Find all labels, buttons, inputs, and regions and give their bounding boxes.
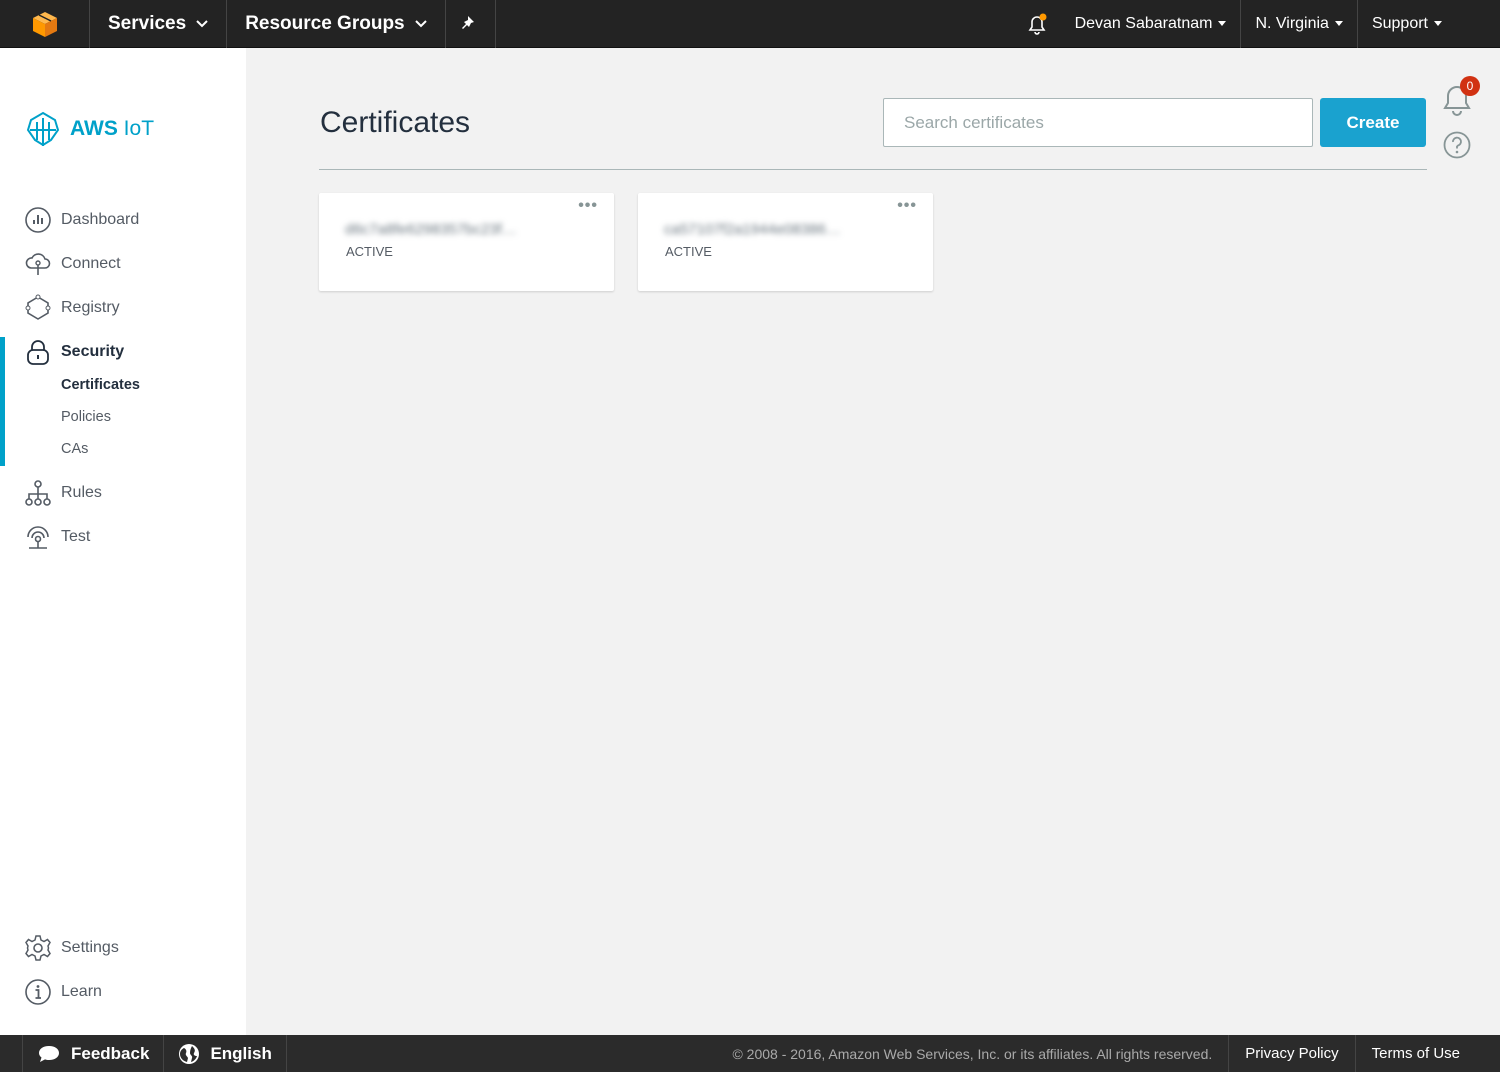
resource-groups-label: Resource Groups bbox=[245, 12, 405, 34]
certificate-card[interactable]: ••• d6c7a8fe6298357bc23f… ACTIVE bbox=[319, 193, 614, 291]
create-button[interactable]: Create bbox=[1320, 98, 1426, 147]
alerts-bell-icon[interactable] bbox=[1001, 0, 1061, 48]
sidebar-subitem-cas[interactable]: CAs bbox=[61, 441, 88, 457]
header-divider bbox=[319, 169, 1427, 170]
sidebar-subitem-certificates[interactable]: Certificates bbox=[61, 377, 140, 393]
connect-icon bbox=[24, 250, 52, 278]
globe-icon bbox=[178, 1043, 200, 1065]
pin-icon[interactable] bbox=[446, 0, 496, 48]
test-icon bbox=[24, 523, 52, 551]
certificate-status: ACTIVE bbox=[346, 244, 393, 259]
language-selector[interactable]: English bbox=[164, 1035, 287, 1072]
feedback-label: Feedback bbox=[71, 1043, 150, 1063]
sidebar-item-label: Settings bbox=[61, 939, 119, 956]
sidebar-item-registry[interactable]: Registry bbox=[24, 294, 120, 322]
privacy-policy-link[interactable]: Privacy Policy bbox=[1228, 1035, 1354, 1072]
copyright-text: © 2008 - 2016, Amazon Web Services, Inc.… bbox=[732, 1045, 1213, 1062]
sidebar-item-rules[interactable]: Rules bbox=[24, 479, 102, 507]
certificate-card[interactable]: ••• ca57107f2a1944e08386… ACTIVE bbox=[638, 193, 933, 291]
help-icon[interactable] bbox=[1443, 131, 1471, 159]
sidebar-item-label: Test bbox=[61, 528, 91, 545]
sidebar-item-label: Learn bbox=[61, 983, 102, 1000]
sidebar-item-label: Connect bbox=[61, 255, 121, 272]
notification-count-badge: 0 bbox=[1460, 76, 1480, 96]
services-label: Services bbox=[108, 12, 187, 34]
card-menu-icon[interactable]: ••• bbox=[897, 197, 917, 215]
terms-of-use-link[interactable]: Terms of Use bbox=[1354, 1035, 1500, 1072]
top-navigation-bar: Services Resource Groups Devan Sabaratna… bbox=[0, 0, 1500, 48]
search-certificates-input[interactable] bbox=[883, 98, 1313, 147]
certificate-id: ca57107f2a1944e08386… bbox=[664, 221, 841, 238]
dashboard-icon bbox=[24, 206, 52, 234]
sidebar-item-label: Dashboard bbox=[61, 211, 140, 228]
resource-groups-menu[interactable]: Resource Groups bbox=[227, 0, 446, 48]
sidebar-item-learn[interactable]: Learn bbox=[24, 978, 102, 1006]
card-menu-icon[interactable]: ••• bbox=[578, 197, 598, 215]
sidebar: AWS IoT Dashboard Connect Registry Secur… bbox=[0, 48, 246, 1035]
active-section-indicator bbox=[0, 337, 5, 466]
user-name: Devan Sabaratnam bbox=[1074, 14, 1213, 32]
aws-cube-logo-icon[interactable] bbox=[0, 0, 90, 48]
sidebar-item-label: Registry bbox=[61, 299, 120, 316]
sidebar-item-settings[interactable]: Settings bbox=[24, 934, 119, 962]
certificate-status: ACTIVE bbox=[665, 244, 712, 259]
feedback-button[interactable]: Feedback bbox=[22, 1035, 165, 1072]
footer: Feedback English © 2008 - 2016, Amazon W… bbox=[0, 1035, 1500, 1072]
registry-icon bbox=[24, 294, 52, 322]
support-label: Support bbox=[1371, 14, 1428, 32]
language-label: English bbox=[210, 1043, 272, 1063]
info-icon bbox=[24, 978, 52, 1006]
chevron-down-icon bbox=[414, 19, 427, 27]
chevron-down-icon bbox=[196, 19, 208, 27]
aws-iot-brand[interactable]: AWS IoT bbox=[24, 110, 154, 148]
sidebar-item-security[interactable]: Security bbox=[24, 338, 124, 366]
page-title: Certificates bbox=[320, 106, 471, 139]
brand-title: AWS IoT bbox=[70, 117, 155, 140]
caret-down-icon bbox=[1218, 21, 1227, 26]
caret-down-icon bbox=[1334, 21, 1343, 26]
certificate-id: d6c7a8fe6298357bc23f… bbox=[345, 221, 517, 238]
sidebar-item-label: Rules bbox=[61, 484, 102, 501]
sidebar-item-test[interactable]: Test bbox=[24, 523, 90, 551]
aws-iot-logo-icon bbox=[26, 111, 60, 147]
user-account-menu[interactable]: Devan Sabaratnam bbox=[1061, 0, 1242, 48]
sidebar-item-dashboard[interactable]: Dashboard bbox=[24, 206, 139, 234]
rules-icon bbox=[24, 479, 52, 507]
sidebar-subitem-policies[interactable]: Policies bbox=[61, 409, 111, 425]
lock-icon bbox=[24, 338, 52, 366]
sidebar-item-label: Security bbox=[61, 343, 125, 360]
caret-down-icon bbox=[1434, 21, 1442, 26]
services-menu[interactable]: Services bbox=[90, 0, 228, 48]
speech-bubble-icon bbox=[37, 1044, 61, 1064]
region-label: N. Virginia bbox=[1255, 14, 1329, 32]
gear-icon bbox=[24, 934, 52, 962]
support-menu[interactable]: Support bbox=[1358, 0, 1500, 48]
region-menu[interactable]: N. Virginia bbox=[1241, 0, 1358, 48]
sidebar-item-connect[interactable]: Connect bbox=[24, 250, 121, 278]
